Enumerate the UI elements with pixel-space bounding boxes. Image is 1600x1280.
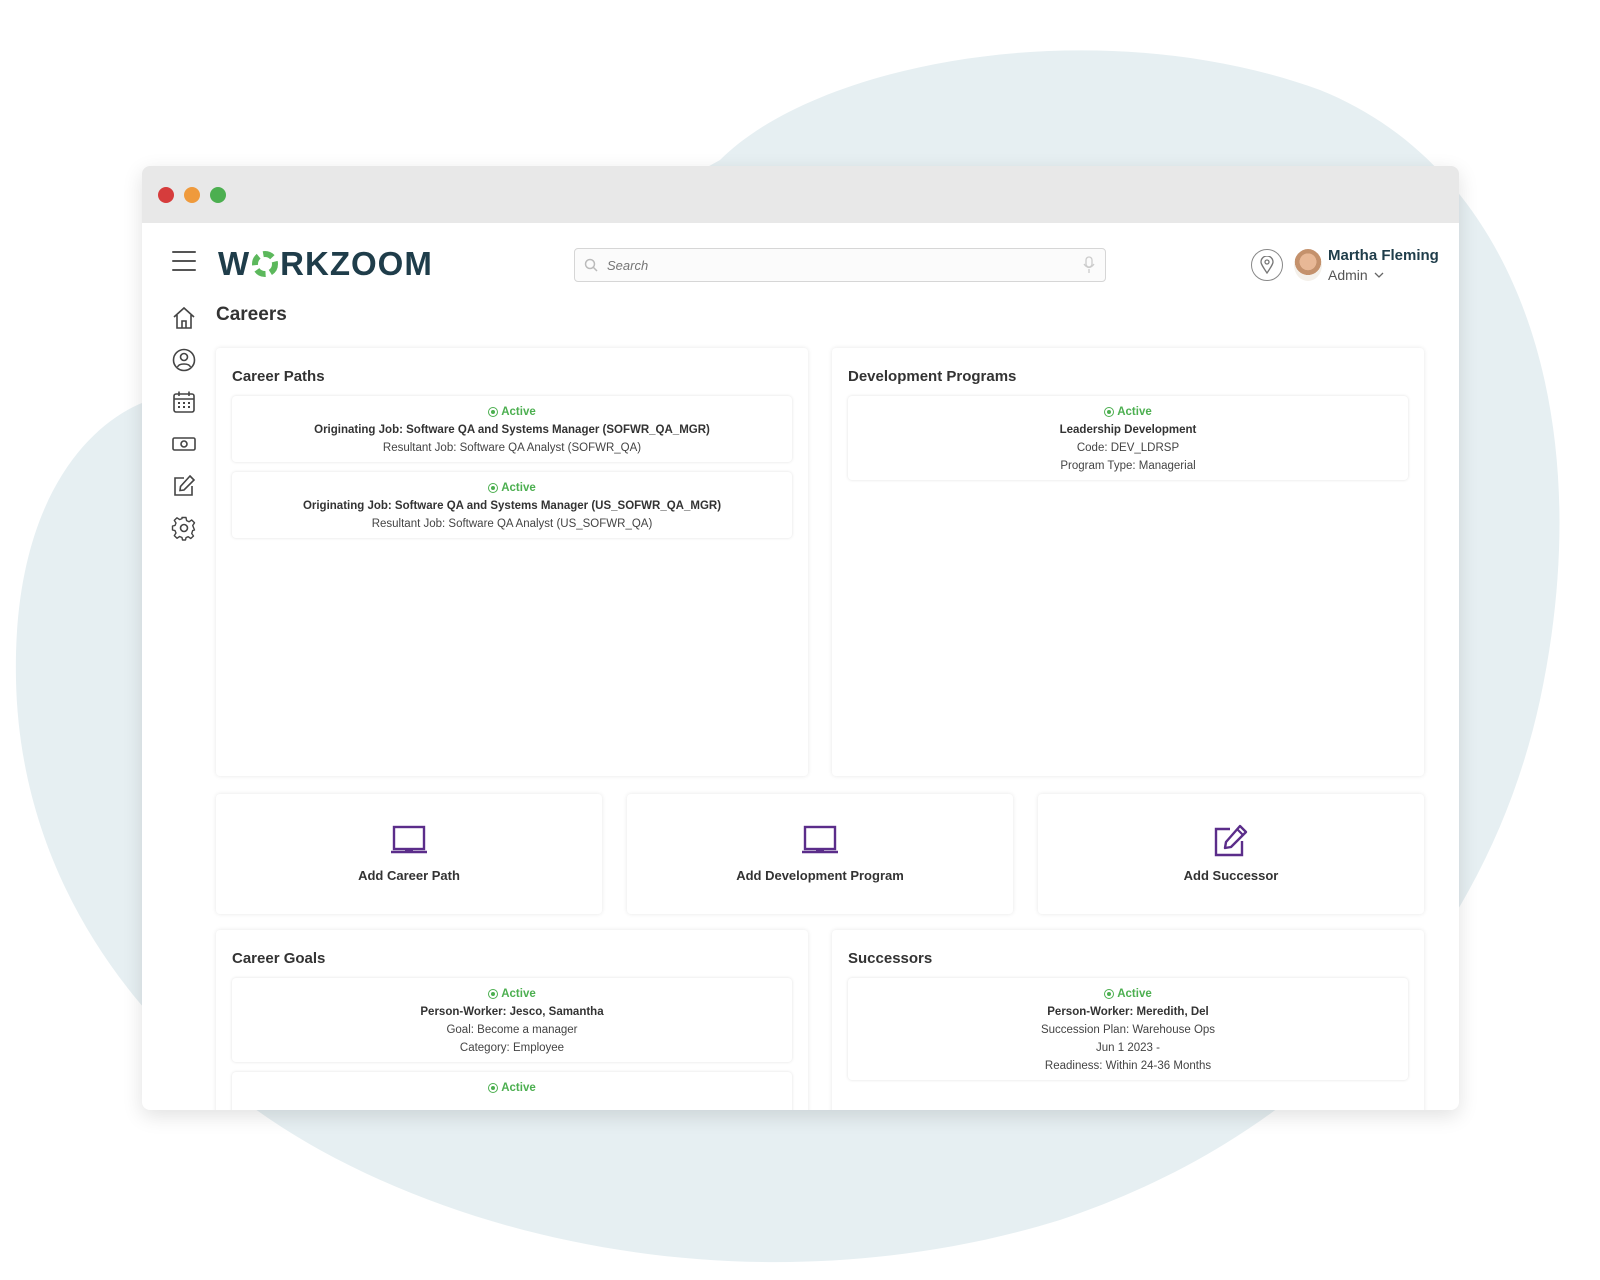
succession-plan: Succession Plan: Warehouse Ops bbox=[1040, 1024, 1216, 1036]
successors-panel: Successors Active Person-Worker: Meredit… bbox=[832, 930, 1424, 1110]
avatar[interactable] bbox=[1294, 249, 1322, 281]
panel-title: Career Goals bbox=[232, 950, 326, 967]
add-successor-label: Add Successor bbox=[1183, 868, 1279, 883]
search-box[interactable] bbox=[574, 248, 1106, 282]
sidebar-item-edit[interactable] bbox=[168, 470, 200, 502]
search-input[interactable] bbox=[575, 249, 1105, 281]
career-goals-panel: Career Goals Active Person-Worker: Jesco… bbox=[216, 930, 808, 1110]
top-bar: W RKZOOM Martha Fleming Admin bbox=[142, 223, 1459, 303]
user-role-label: Admin bbox=[1328, 267, 1368, 283]
sidebar-item-calendar[interactable] bbox=[168, 386, 200, 418]
readiness: Readiness: Within 24-36 Months bbox=[1044, 1060, 1212, 1072]
add-career-path-label: Add Career Path bbox=[358, 868, 460, 883]
logo-swirl-icon bbox=[252, 251, 279, 277]
status-dot-icon bbox=[488, 483, 499, 493]
status-badge: Active bbox=[488, 985, 536, 1003]
logo-text-right: RKZOOM bbox=[280, 245, 433, 282]
user-name[interactable]: Martha Fleming bbox=[1328, 247, 1439, 264]
status-badge: Active bbox=[488, 479, 536, 497]
development-programs-panel: Development Programs Active Leadership D… bbox=[832, 348, 1424, 776]
sidebar-item-settings[interactable] bbox=[168, 512, 200, 544]
list-item[interactable]: Active Leadership Development Code: DEV_… bbox=[848, 396, 1408, 480]
app-window: W RKZOOM Martha Fleming Admin bbox=[142, 166, 1459, 1110]
program-type: Program Type: Managerial bbox=[1060, 460, 1196, 472]
status-badge: Active bbox=[488, 1079, 536, 1097]
add-successor-button[interactable]: Add Successor bbox=[1038, 794, 1424, 914]
close-window-button[interactable] bbox=[158, 187, 174, 203]
goal: Goal: Become a manager bbox=[446, 1024, 578, 1036]
money-icon bbox=[172, 437, 196, 451]
laptop-icon bbox=[391, 825, 427, 854]
list-item[interactable]: Active Person-Worker: Meredith, Del Succ… bbox=[848, 978, 1408, 1080]
list-item[interactable]: Active bbox=[232, 1072, 792, 1110]
originating-job: Originating Job: Software QA and Systems… bbox=[314, 424, 710, 436]
originating-job: Originating Job: Software QA and Systems… bbox=[302, 500, 722, 512]
calendar-icon bbox=[173, 391, 195, 413]
person-worker: Person-Worker: Jesco, Samantha bbox=[420, 1006, 604, 1018]
home-icon bbox=[173, 306, 195, 329]
chevron-down-icon bbox=[1374, 272, 1384, 278]
add-development-program-label: Add Development Program bbox=[736, 868, 904, 883]
hamburger-menu-icon[interactable] bbox=[172, 251, 196, 271]
panel-title: Development Programs bbox=[848, 368, 1017, 385]
resultant-job: Resultant Job: Software QA Analyst (US_S… bbox=[371, 518, 653, 530]
add-career-path-button[interactable]: Add Career Path bbox=[216, 794, 602, 914]
edit-icon bbox=[174, 474, 196, 496]
location-button[interactable] bbox=[1251, 249, 1283, 281]
resultant-job: Resultant Job: Software QA Analyst (SOFW… bbox=[382, 442, 642, 454]
status-dot-icon bbox=[1104, 407, 1115, 417]
list-item[interactable]: Active Originating Job: Software QA and … bbox=[232, 396, 792, 462]
panel-title: Career Paths bbox=[232, 368, 325, 385]
sidebar-item-home[interactable] bbox=[168, 302, 200, 334]
program-code: Code: DEV_LDRSP bbox=[1076, 442, 1180, 454]
category: Category: Employee bbox=[459, 1042, 565, 1054]
minimize-window-button[interactable] bbox=[184, 187, 200, 203]
program-name: Leadership Development bbox=[1059, 424, 1197, 436]
window-titlebar bbox=[142, 166, 1459, 223]
status-badge: Active bbox=[1104, 403, 1152, 421]
add-development-program-button[interactable]: Add Development Program bbox=[627, 794, 1013, 914]
career-paths-panel: Career Paths Active Originating Job: Sof… bbox=[216, 348, 808, 776]
user-circle-icon bbox=[172, 348, 196, 372]
search-icon bbox=[584, 258, 598, 272]
workzoom-logo[interactable]: W RKZOOM bbox=[218, 245, 433, 283]
gear-icon bbox=[171, 516, 196, 541]
page-title: Careers bbox=[216, 304, 287, 325]
status-dot-icon bbox=[488, 407, 499, 417]
status-badge: Active bbox=[1104, 985, 1152, 1003]
status-dot-icon bbox=[488, 1083, 499, 1093]
microphone-icon[interactable] bbox=[1083, 256, 1095, 274]
sidebar-nav bbox=[168, 302, 200, 554]
date-range: Jun 1 2023 - bbox=[1096, 1042, 1160, 1054]
list-item[interactable]: Active Originating Job: Software QA and … bbox=[232, 472, 792, 538]
status-badge: Active bbox=[488, 403, 536, 421]
edit-icon bbox=[1214, 824, 1248, 857]
maximize-window-button[interactable] bbox=[210, 187, 226, 203]
list-item[interactable]: Active Person-Worker: Jesco, Samantha Go… bbox=[232, 978, 792, 1062]
laptop-icon bbox=[802, 825, 838, 854]
sidebar-item-profile[interactable] bbox=[168, 344, 200, 376]
status-dot-icon bbox=[1104, 989, 1115, 999]
person-worker: Person-Worker: Meredith, Del bbox=[1047, 1006, 1209, 1018]
status-dot-icon bbox=[488, 989, 499, 999]
map-pin-icon bbox=[1260, 256, 1274, 274]
logo-text-left: W bbox=[218, 245, 251, 282]
sidebar-item-compensation[interactable] bbox=[168, 428, 200, 460]
panel-title: Successors bbox=[848, 950, 933, 967]
user-role-dropdown[interactable]: Admin bbox=[1328, 267, 1384, 283]
